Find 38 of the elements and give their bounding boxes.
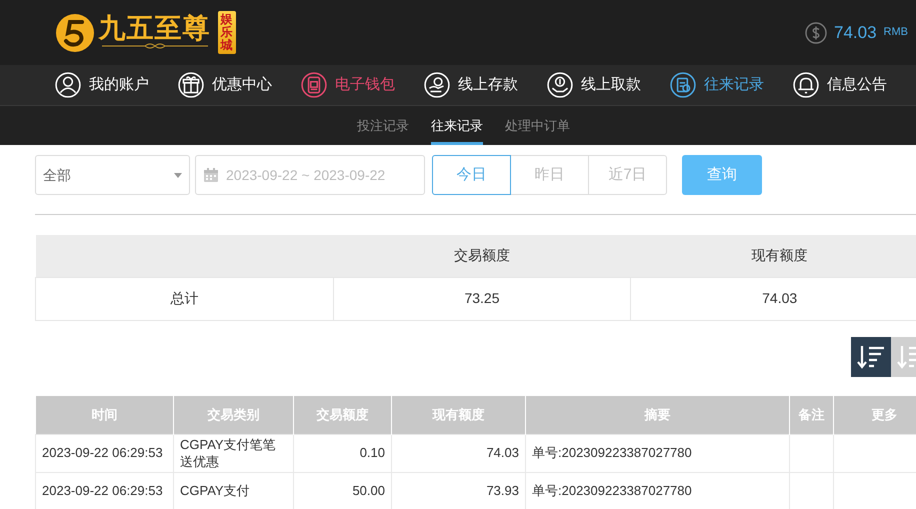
sub-tab[interactable]: 往来记录 (431, 106, 483, 145)
ornament-icon (100, 42, 210, 50)
table-cell: 74.03 (392, 434, 526, 472)
column-header: 现有额度 (630, 235, 916, 277)
table-cell: 2023-09-22 06:29:53 (36, 472, 174, 509)
sub-tab[interactable]: 处理中订单 (505, 106, 570, 145)
nav-item[interactable]: 线上存款 (424, 72, 547, 98)
balance-amount: 74.03 (834, 22, 877, 44)
sort-button[interactable] (851, 336, 891, 376)
nav-item[interactable]: 优惠中心 (178, 72, 301, 98)
user-icon (55, 72, 81, 98)
dollar-icon (805, 22, 827, 44)
wallet-icon (301, 72, 327, 98)
document-icon (670, 72, 696, 98)
table-cell: 0.10 (294, 434, 392, 472)
table-cell: 总计 (36, 277, 334, 320)
table-cell: 单号:202309223387027780 (526, 434, 790, 472)
currency-label: RMB (884, 25, 908, 40)
sub-tab[interactable]: 投注记录 (357, 106, 409, 145)
table-cell: 2023-09-22 06:29:53 (36, 434, 174, 472)
sort-icon (856, 344, 886, 370)
table-cell: CGPAY支付笔笔送优惠 (174, 434, 294, 472)
calendar-icon (203, 167, 219, 183)
nav-item[interactable]: 线上取款 (547, 72, 670, 98)
logo-emblem-icon (55, 12, 95, 52)
bell-icon (793, 72, 819, 98)
table-cell: 74.03 (630, 277, 916, 320)
nav-item[interactable]: 往来记录 (670, 72, 793, 98)
table-cell: 73.25 (333, 277, 631, 320)
caret-icon (174, 172, 182, 178)
type-select[interactable]: 全部 (35, 155, 190, 195)
nav-item[interactable]: 电子钱包 (301, 72, 424, 98)
column-header: 交易额度 (333, 235, 631, 277)
gift-icon (178, 72, 204, 98)
logo-title: 九五至尊 (98, 15, 210, 42)
logo-badge: 娱乐城 (218, 10, 236, 54)
nav-item[interactable]: 信息公告 (793, 72, 916, 98)
nav-item[interactable]: 我的账户 (55, 72, 178, 98)
